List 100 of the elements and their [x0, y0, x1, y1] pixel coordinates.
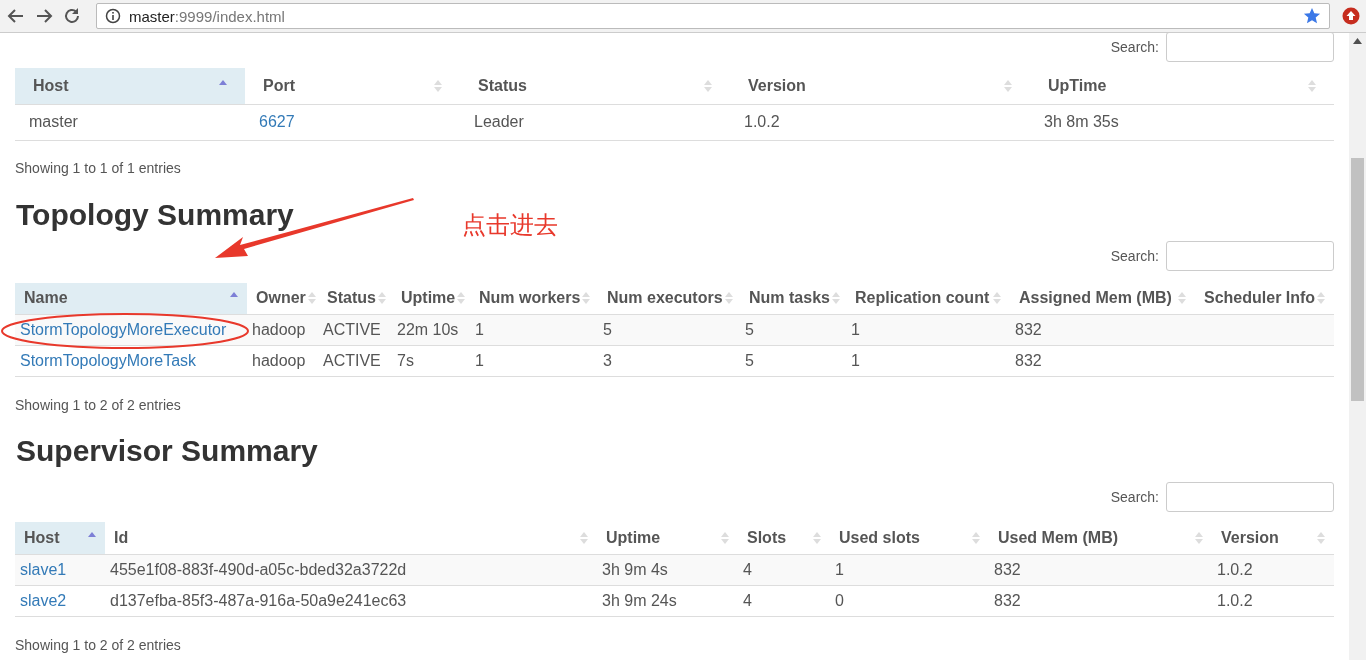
table-cell: 1	[846, 314, 1010, 346]
sort-icon	[972, 530, 980, 545]
column-header[interactable]: Port	[245, 68, 460, 104]
sort-icon	[377, 291, 386, 306]
column-label: Used Mem (MB)	[998, 528, 1118, 547]
reload-icon[interactable]	[62, 6, 82, 26]
table-cell: 832	[989, 585, 1212, 616]
column-label: Num executors	[607, 289, 723, 308]
sort-icon	[307, 291, 316, 306]
table-cell: 832	[989, 554, 1212, 585]
table-link[interactable]: StormTopologyMoreTask	[20, 352, 197, 369]
sort-ascending-icon	[219, 79, 227, 85]
column-header[interactable]: UpTime	[1030, 68, 1334, 104]
column-header[interactable]: Uptime	[392, 282, 470, 315]
search-label: Search:	[1110, 247, 1159, 264]
star-icon[interactable]	[1303, 7, 1321, 25]
scrollbar-thumb[interactable]	[1351, 158, 1364, 401]
column-label: Used slots	[839, 528, 920, 547]
column-label: Replication count	[855, 289, 990, 308]
column-header[interactable]: Host	[15, 522, 105, 554]
column-header[interactable]: Version	[1212, 522, 1334, 554]
sort-icon	[1004, 78, 1012, 93]
column-label: Version	[748, 76, 806, 95]
sort-icon	[1195, 530, 1203, 545]
column-header[interactable]: Status	[460, 68, 730, 104]
table-cell: 1.0.2	[730, 104, 1030, 140]
table-cell: 1.0.2	[1212, 554, 1334, 585]
column-header[interactable]: Num workers	[470, 282, 598, 315]
sort-icon	[1308, 78, 1316, 93]
scroll-up-icon[interactable]	[1353, 38, 1362, 44]
url-text: master:9999/index.html	[129, 7, 285, 25]
sort-icon	[457, 291, 466, 306]
table-cell: 4	[738, 585, 830, 616]
column-header[interactable]: Assigned Mem (MB)	[1010, 282, 1195, 315]
extension-icon[interactable]	[1342, 7, 1360, 25]
column-header[interactable]: Num executors	[598, 282, 740, 315]
sort-icon	[580, 530, 588, 545]
search-field[interactable]	[1166, 482, 1334, 512]
table-cell: 832	[1010, 314, 1195, 346]
column-label: Status	[478, 76, 527, 95]
table-info: Showing 1 to 1 of 1 entries	[15, 158, 182, 178]
column-label: Owner	[256, 289, 306, 308]
column-label: Num tasks	[749, 289, 830, 308]
info-icon[interactable]	[105, 8, 121, 24]
column-header[interactable]: Host	[15, 68, 245, 104]
table-cell: 22m 10s	[392, 314, 470, 346]
table-cell: 5	[598, 314, 740, 346]
column-label: Assigned Mem (MB)	[1019, 289, 1172, 308]
column-label: Uptime	[606, 528, 661, 547]
sort-icon	[704, 78, 712, 93]
table-link[interactable]: 6627	[259, 113, 295, 130]
table-cell: 1	[830, 554, 989, 585]
column-label: Port	[263, 76, 295, 95]
table-cell: 5	[740, 345, 846, 377]
table-cell: 1	[470, 314, 598, 346]
table-cell: 3	[598, 345, 740, 377]
sort-ascending-icon	[88, 531, 96, 537]
table-cell: 3h 8m 35s	[1030, 104, 1334, 140]
table-cell: 1	[470, 345, 598, 377]
table-info: Showing 1 to 2 of 2 entries	[15, 396, 182, 415]
sort-icon	[582, 291, 591, 306]
column-label: Host	[33, 76, 69, 95]
column-header[interactable]: Id	[105, 522, 597, 554]
sort-icon	[831, 291, 840, 306]
table-cell: 1	[846, 345, 1010, 377]
search-label: Search:	[1110, 39, 1159, 55]
sort-icon	[1317, 530, 1325, 545]
section-heading: Topology Summary	[15, 196, 294, 233]
column-header[interactable]: Used slots	[830, 522, 989, 554]
column-label: Num workers	[479, 289, 581, 308]
column-label: Version	[1221, 528, 1279, 547]
section-heading: Supervisor Summary	[15, 433, 318, 469]
column-header[interactable]: Num tasks	[740, 282, 846, 315]
column-label: Scheduler Info	[1204, 289, 1316, 308]
table-cell: 0	[830, 585, 989, 616]
address-bar[interactable]: master:9999/index.html	[96, 3, 1330, 29]
column-label: Slots	[747, 528, 787, 547]
column-header[interactable]: Version	[730, 68, 1030, 104]
sort-icon	[724, 291, 733, 306]
column-header[interactable]: Status	[318, 282, 392, 315]
table-cell: hadoop	[247, 314, 318, 346]
table-cell: hadoop	[247, 345, 318, 377]
column-label: Status	[327, 289, 376, 308]
sort-ascending-icon	[230, 292, 238, 298]
table-cell: master	[15, 104, 245, 140]
search-field[interactable]	[1166, 240, 1334, 271]
sort-icon	[993, 291, 1001, 306]
column-header[interactable]: Name	[15, 282, 247, 315]
table-link[interactable]: slave2	[20, 591, 67, 609]
table-cell: 4	[738, 554, 830, 585]
column-label: Id	[114, 528, 129, 547]
search-field[interactable]	[1166, 33, 1334, 62]
column-header[interactable]: Scheduler Info	[1195, 282, 1334, 315]
annotation-text: 点击进去	[462, 210, 558, 241]
column-header[interactable]: Slots	[738, 522, 830, 554]
column-header[interactable]: Replication count	[846, 282, 1010, 315]
column-header[interactable]: Owner	[247, 282, 318, 315]
column-header[interactable]: Uptime	[597, 522, 738, 554]
column-header[interactable]: Used Mem (MB)	[989, 522, 1212, 554]
table-cell: ACTIVE	[318, 314, 392, 346]
